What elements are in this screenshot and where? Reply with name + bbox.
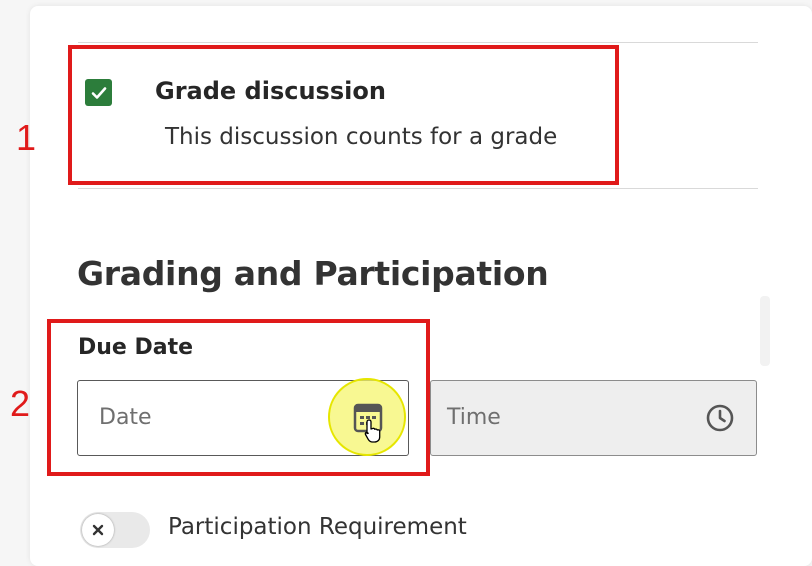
- participation-toggle[interactable]: [80, 512, 150, 548]
- annotation-box-1: [68, 45, 619, 185]
- toggle-knob: [82, 514, 114, 546]
- annotation-number-2: 2: [10, 383, 31, 424]
- time-placeholder: Time: [447, 405, 501, 430]
- annotation-number-1: 1: [16, 117, 37, 158]
- divider-bottom: [78, 188, 758, 189]
- divider-top: [78, 42, 758, 43]
- section-heading: Grading and Participation: [77, 254, 549, 293]
- participation-label[interactable]: Participation Requirement: [168, 514, 467, 540]
- scroll-indicator: [760, 296, 770, 366]
- clock-icon[interactable]: [704, 402, 736, 434]
- annotation-box-2: [47, 319, 430, 476]
- close-icon: [92, 524, 104, 536]
